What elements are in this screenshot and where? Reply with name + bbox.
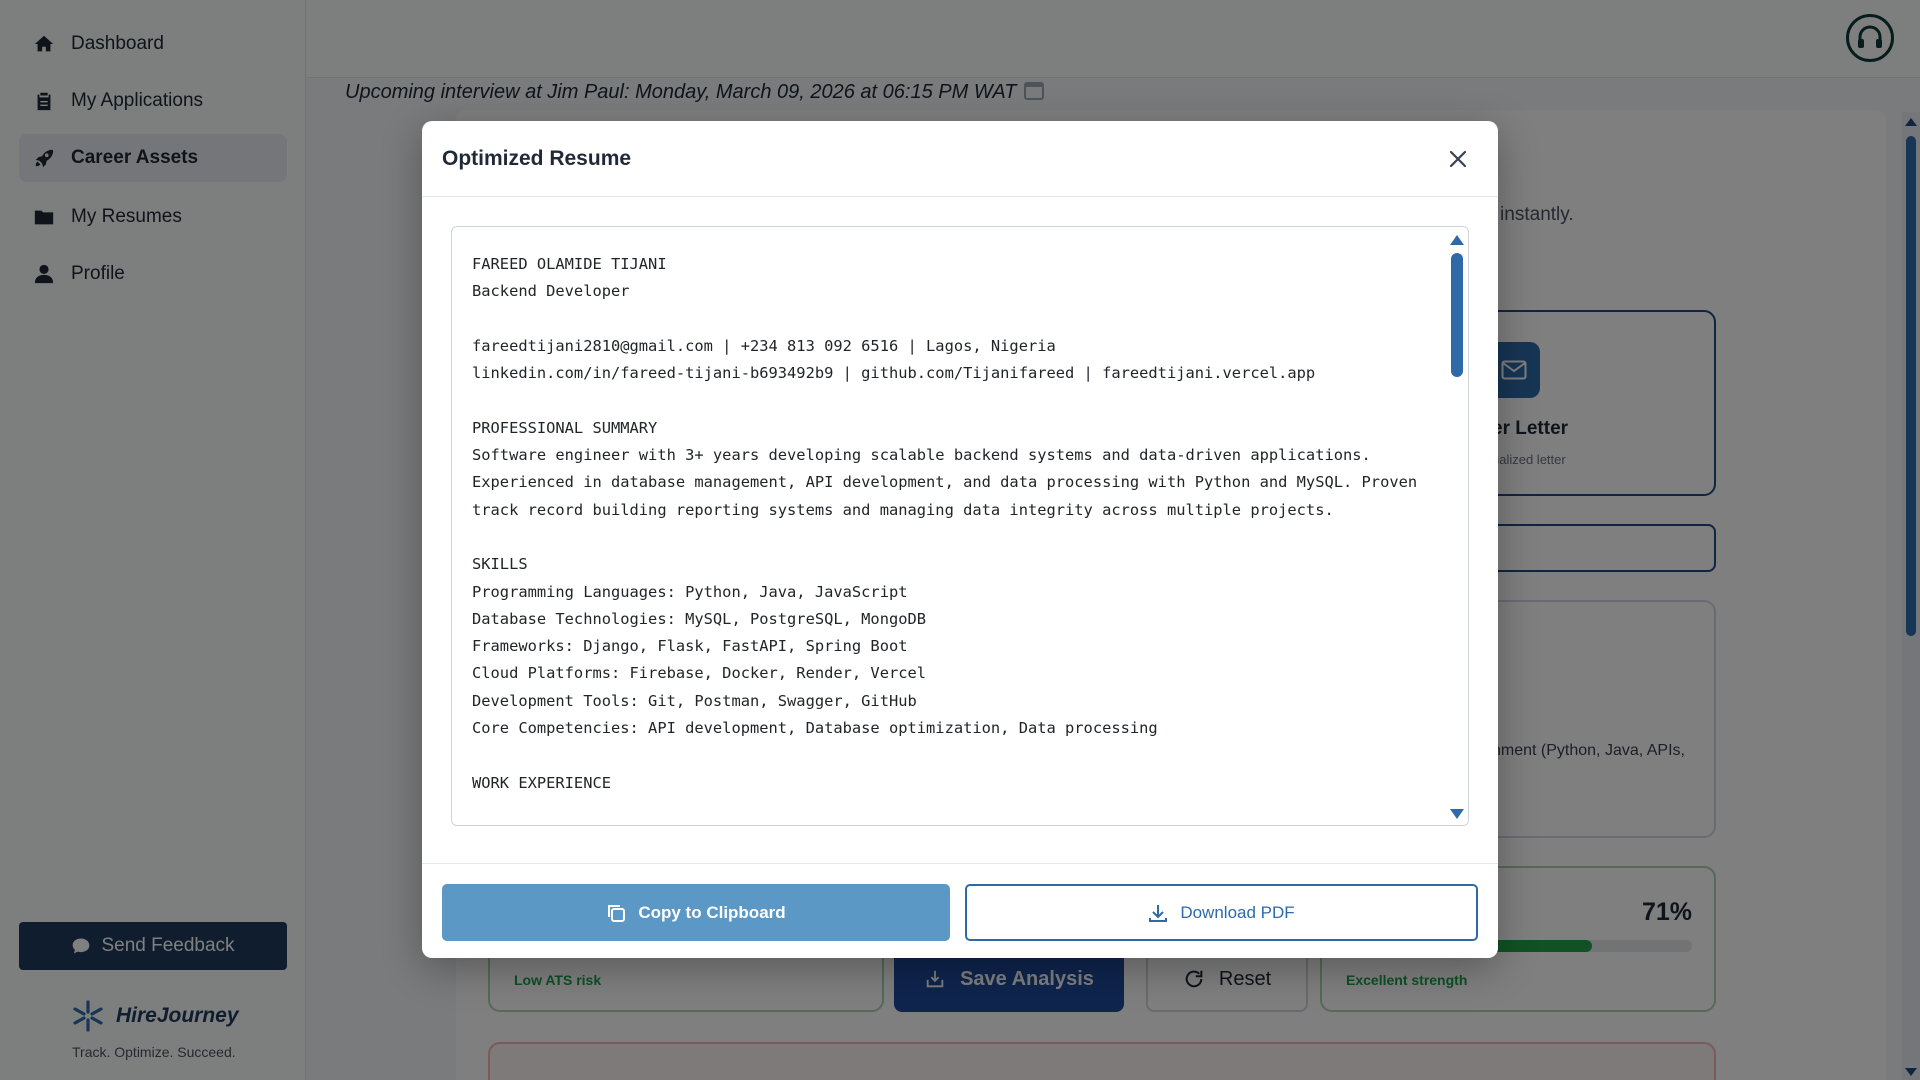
copy-to-clipboard-button[interactable]: Copy to Clipboard <box>442 884 950 941</box>
resume-scrollbar[interactable] <box>1446 227 1468 825</box>
close-button[interactable] <box>1442 143 1474 175</box>
scroll-up-arrow[interactable] <box>1450 235 1464 245</box>
modal-header: Optimized Resume <box>422 121 1498 197</box>
download-label: Download PDF <box>1180 902 1295 922</box>
download-pdf-button[interactable]: Download PDF <box>965 884 1478 941</box>
download-icon <box>1149 904 1168 922</box>
scroll-down-arrow[interactable] <box>1450 809 1464 819</box>
close-icon <box>1449 150 1467 168</box>
optimized-resume-modal: Optimized Resume FAREED OLAMIDE TIJANI B… <box>422 121 1498 958</box>
resume-content: FAREED OLAMIDE TIJANI Backend Developer … <box>472 255 1418 792</box>
resume-textarea[interactable]: FAREED OLAMIDE TIJANI Backend Developer … <box>451 226 1469 826</box>
copy-icon <box>608 904 626 922</box>
modal-footer: Copy to Clipboard Download PDF <box>422 863 1498 958</box>
modal-title: Optimized Resume <box>442 147 632 170</box>
scroll-thumb[interactable] <box>1451 253 1463 377</box>
copy-label: Copy to Clipboard <box>638 902 786 922</box>
